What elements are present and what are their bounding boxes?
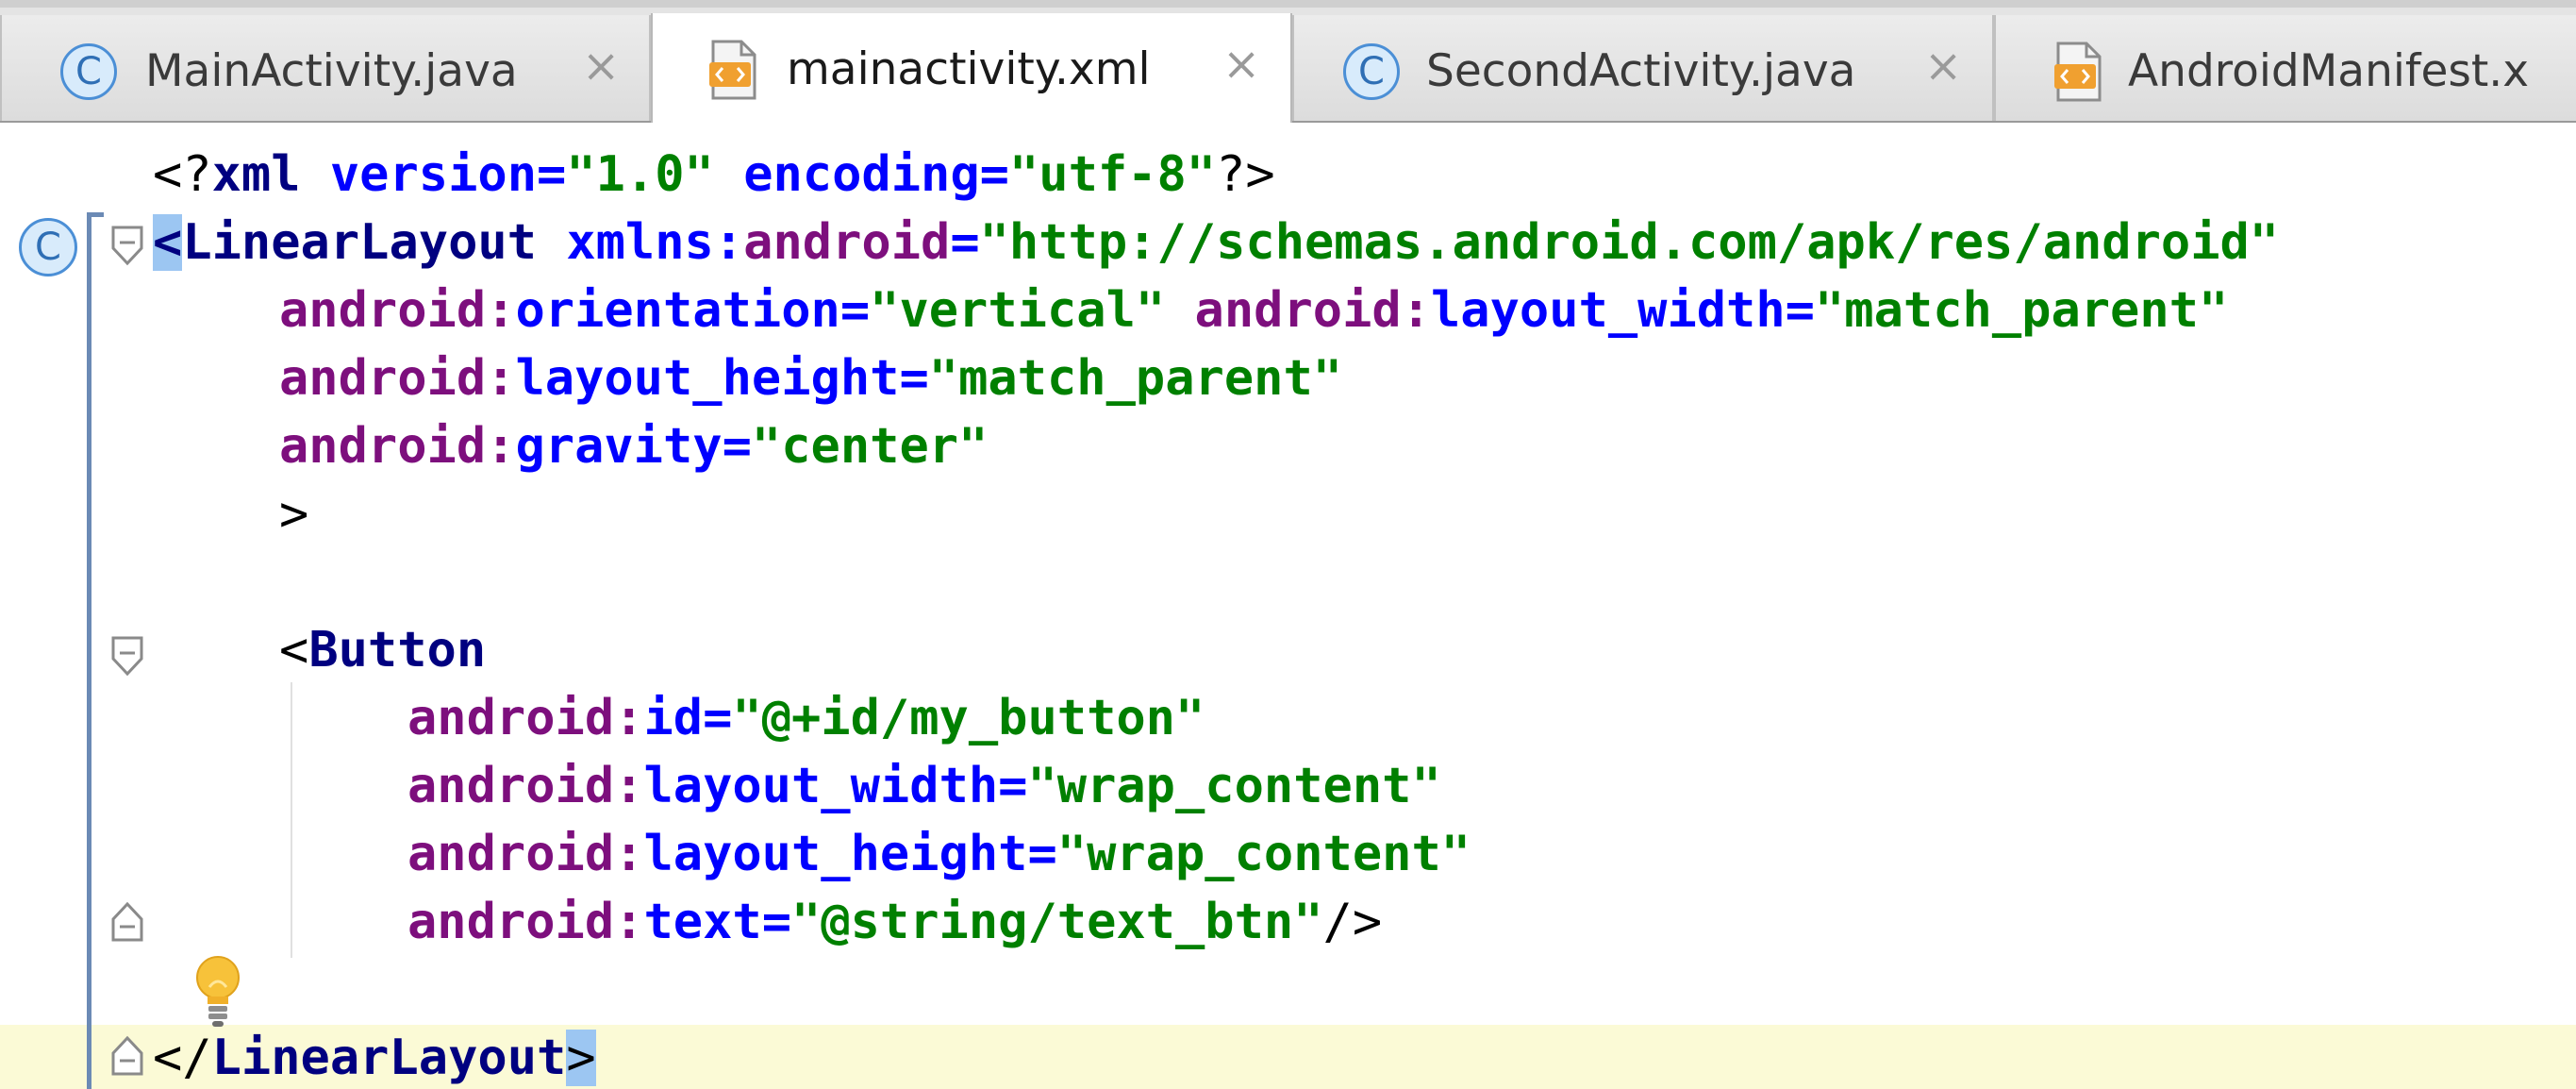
scope-indicator-cap (87, 212, 104, 217)
xml-token: "wrap_content" (1027, 758, 1441, 814)
xml-token: encoding (743, 146, 980, 203)
xml-token: LinearLayout (182, 214, 537, 271)
code-line-10: android:layout_width="wrap_content" (407, 755, 1441, 817)
xml-token: LinearLayout (211, 1030, 567, 1086)
xml-token: android: (407, 690, 644, 746)
tab-secondactivity-java[interactable]: C SecondActivity.java × (1292, 15, 1994, 121)
xml-file-icon (2054, 42, 2102, 102)
class-reference-gutter-icon[interactable]: C (19, 218, 77, 276)
xml-token: Button (308, 622, 487, 679)
xml-token: = (950, 214, 980, 271)
xml-token: android: (279, 350, 516, 407)
xml-token: text (643, 894, 762, 950)
xml-token: <? (153, 146, 212, 203)
xml-token: android: (407, 758, 644, 814)
xml-token: layout_width (1430, 282, 1786, 339)
code-line-5: android:gravity="center" (279, 415, 988, 477)
xml-token (714, 146, 743, 203)
xml-token: = (979, 146, 1009, 203)
tab-mainactivity-java[interactable]: C MainActivity.java × (0, 15, 651, 121)
xml-token: </ (153, 1030, 212, 1086)
xml-token: /> (1322, 894, 1383, 950)
close-icon[interactable]: × (582, 43, 620, 89)
xml-token: = (1027, 826, 1057, 882)
xml-token: = (899, 350, 929, 407)
tab-androidmanifest-xml[interactable]: AndroidManifest.x (1994, 15, 2576, 121)
editor-tab-bar: C MainActivity.java × mainactivity.xml ×… (0, 0, 2576, 126)
xml-token: android: (279, 282, 516, 339)
xml-token: > (279, 486, 309, 543)
xml-token: "@+id/my_button" (732, 690, 1205, 746)
xml-token (301, 146, 330, 203)
xml-token: ?> (1216, 146, 1275, 203)
xml-token: android (743, 214, 951, 271)
xml-token: = (722, 418, 752, 475)
xml-token: android: (1194, 282, 1431, 339)
xml-token: xml (211, 146, 301, 203)
fold-collapse-icon[interactable] (109, 222, 145, 269)
xml-token: android: (407, 826, 644, 882)
xml-token: "utf-8" (1008, 146, 1217, 203)
code-line-12: android:text="@string/text_btn"/> (407, 891, 1382, 953)
xml-token: = (1785, 282, 1815, 339)
tab-mainactivity-xml[interactable]: mainactivity.xml × (651, 13, 1292, 126)
fold-end-icon[interactable] (109, 898, 145, 946)
tab-label: MainActivity.java (145, 45, 518, 97)
brace-match-highlight: > (566, 1030, 596, 1086)
scope-indicator-line (87, 212, 91, 1089)
xml-token: "match_parent" (928, 350, 1343, 407)
xml-token: orientation (515, 282, 840, 339)
fold-collapse-icon[interactable] (109, 632, 145, 679)
close-icon[interactable]: × (1924, 43, 1962, 89)
code-editor[interactable]: C <?xml version="1.0" encoding="utf-8"?>… (0, 123, 2576, 1089)
code-line-4: android:layout_height="match_parent" (279, 347, 1342, 410)
java-class-icon: C (1343, 43, 1400, 100)
xml-token: "vertical" (870, 282, 1166, 339)
xml-token: "@string/text_btn" (791, 894, 1323, 950)
xml-token: layout_height (643, 826, 1028, 882)
code-line-3: android:orientation="vertical" android:l… (279, 279, 2228, 342)
xml-token: layout_height (515, 350, 900, 407)
code-line-6: > (279, 483, 308, 545)
brace-match-highlight: < (153, 214, 183, 271)
close-icon[interactable]: × (1222, 42, 1260, 87)
code-line-11: android:layout_height="wrap_content" (407, 823, 1471, 885)
xml-file-icon (709, 40, 756, 100)
xml-token: = (998, 758, 1028, 814)
xml-token: android: (407, 894, 644, 950)
xml-token: "center" (751, 418, 989, 475)
xml-token (537, 214, 566, 271)
tab-label: mainactivity.xml (787, 43, 1151, 95)
fold-end-icon[interactable] (109, 1032, 145, 1080)
xml-token: "http://schemas.android.com/apk/res/andr… (979, 214, 2280, 271)
xml-token: android: (279, 418, 516, 475)
xml-token: = (703, 690, 733, 746)
xml-token: = (761, 894, 791, 950)
tab-label: SecondActivity.java (1426, 45, 1856, 97)
xml-token: = (839, 282, 871, 339)
xml-token: < (279, 622, 309, 679)
code-line-8: <Button (279, 619, 486, 681)
java-class-icon: C (60, 43, 117, 100)
xml-token: "match_parent" (1814, 282, 2229, 339)
lightbulb-icon[interactable] (192, 953, 243, 1029)
xml-token: "wrap_content" (1056, 826, 1471, 882)
xml-token: gravity (515, 418, 723, 475)
indent-guide (291, 682, 292, 958)
xml-token: layout_width (643, 758, 999, 814)
code-line-14: </LinearLayout> (153, 1027, 596, 1089)
xml-token: "1.0" (566, 146, 714, 203)
code-line-2: <LinearLayout xmlns:android="http://sche… (153, 211, 2279, 274)
code-line-1: <?xml version="1.0" encoding="utf-8"?> (153, 143, 1275, 206)
xml-token (1165, 282, 1194, 339)
xml-token: xmlns: (566, 214, 744, 271)
xml-token: id (643, 690, 704, 746)
xml-token: version (329, 146, 538, 203)
tab-label: AndroidManifest.x (2128, 45, 2530, 97)
code-line-9: android:id="@+id/my_button" (407, 687, 1205, 749)
xml-token: = (537, 146, 567, 203)
